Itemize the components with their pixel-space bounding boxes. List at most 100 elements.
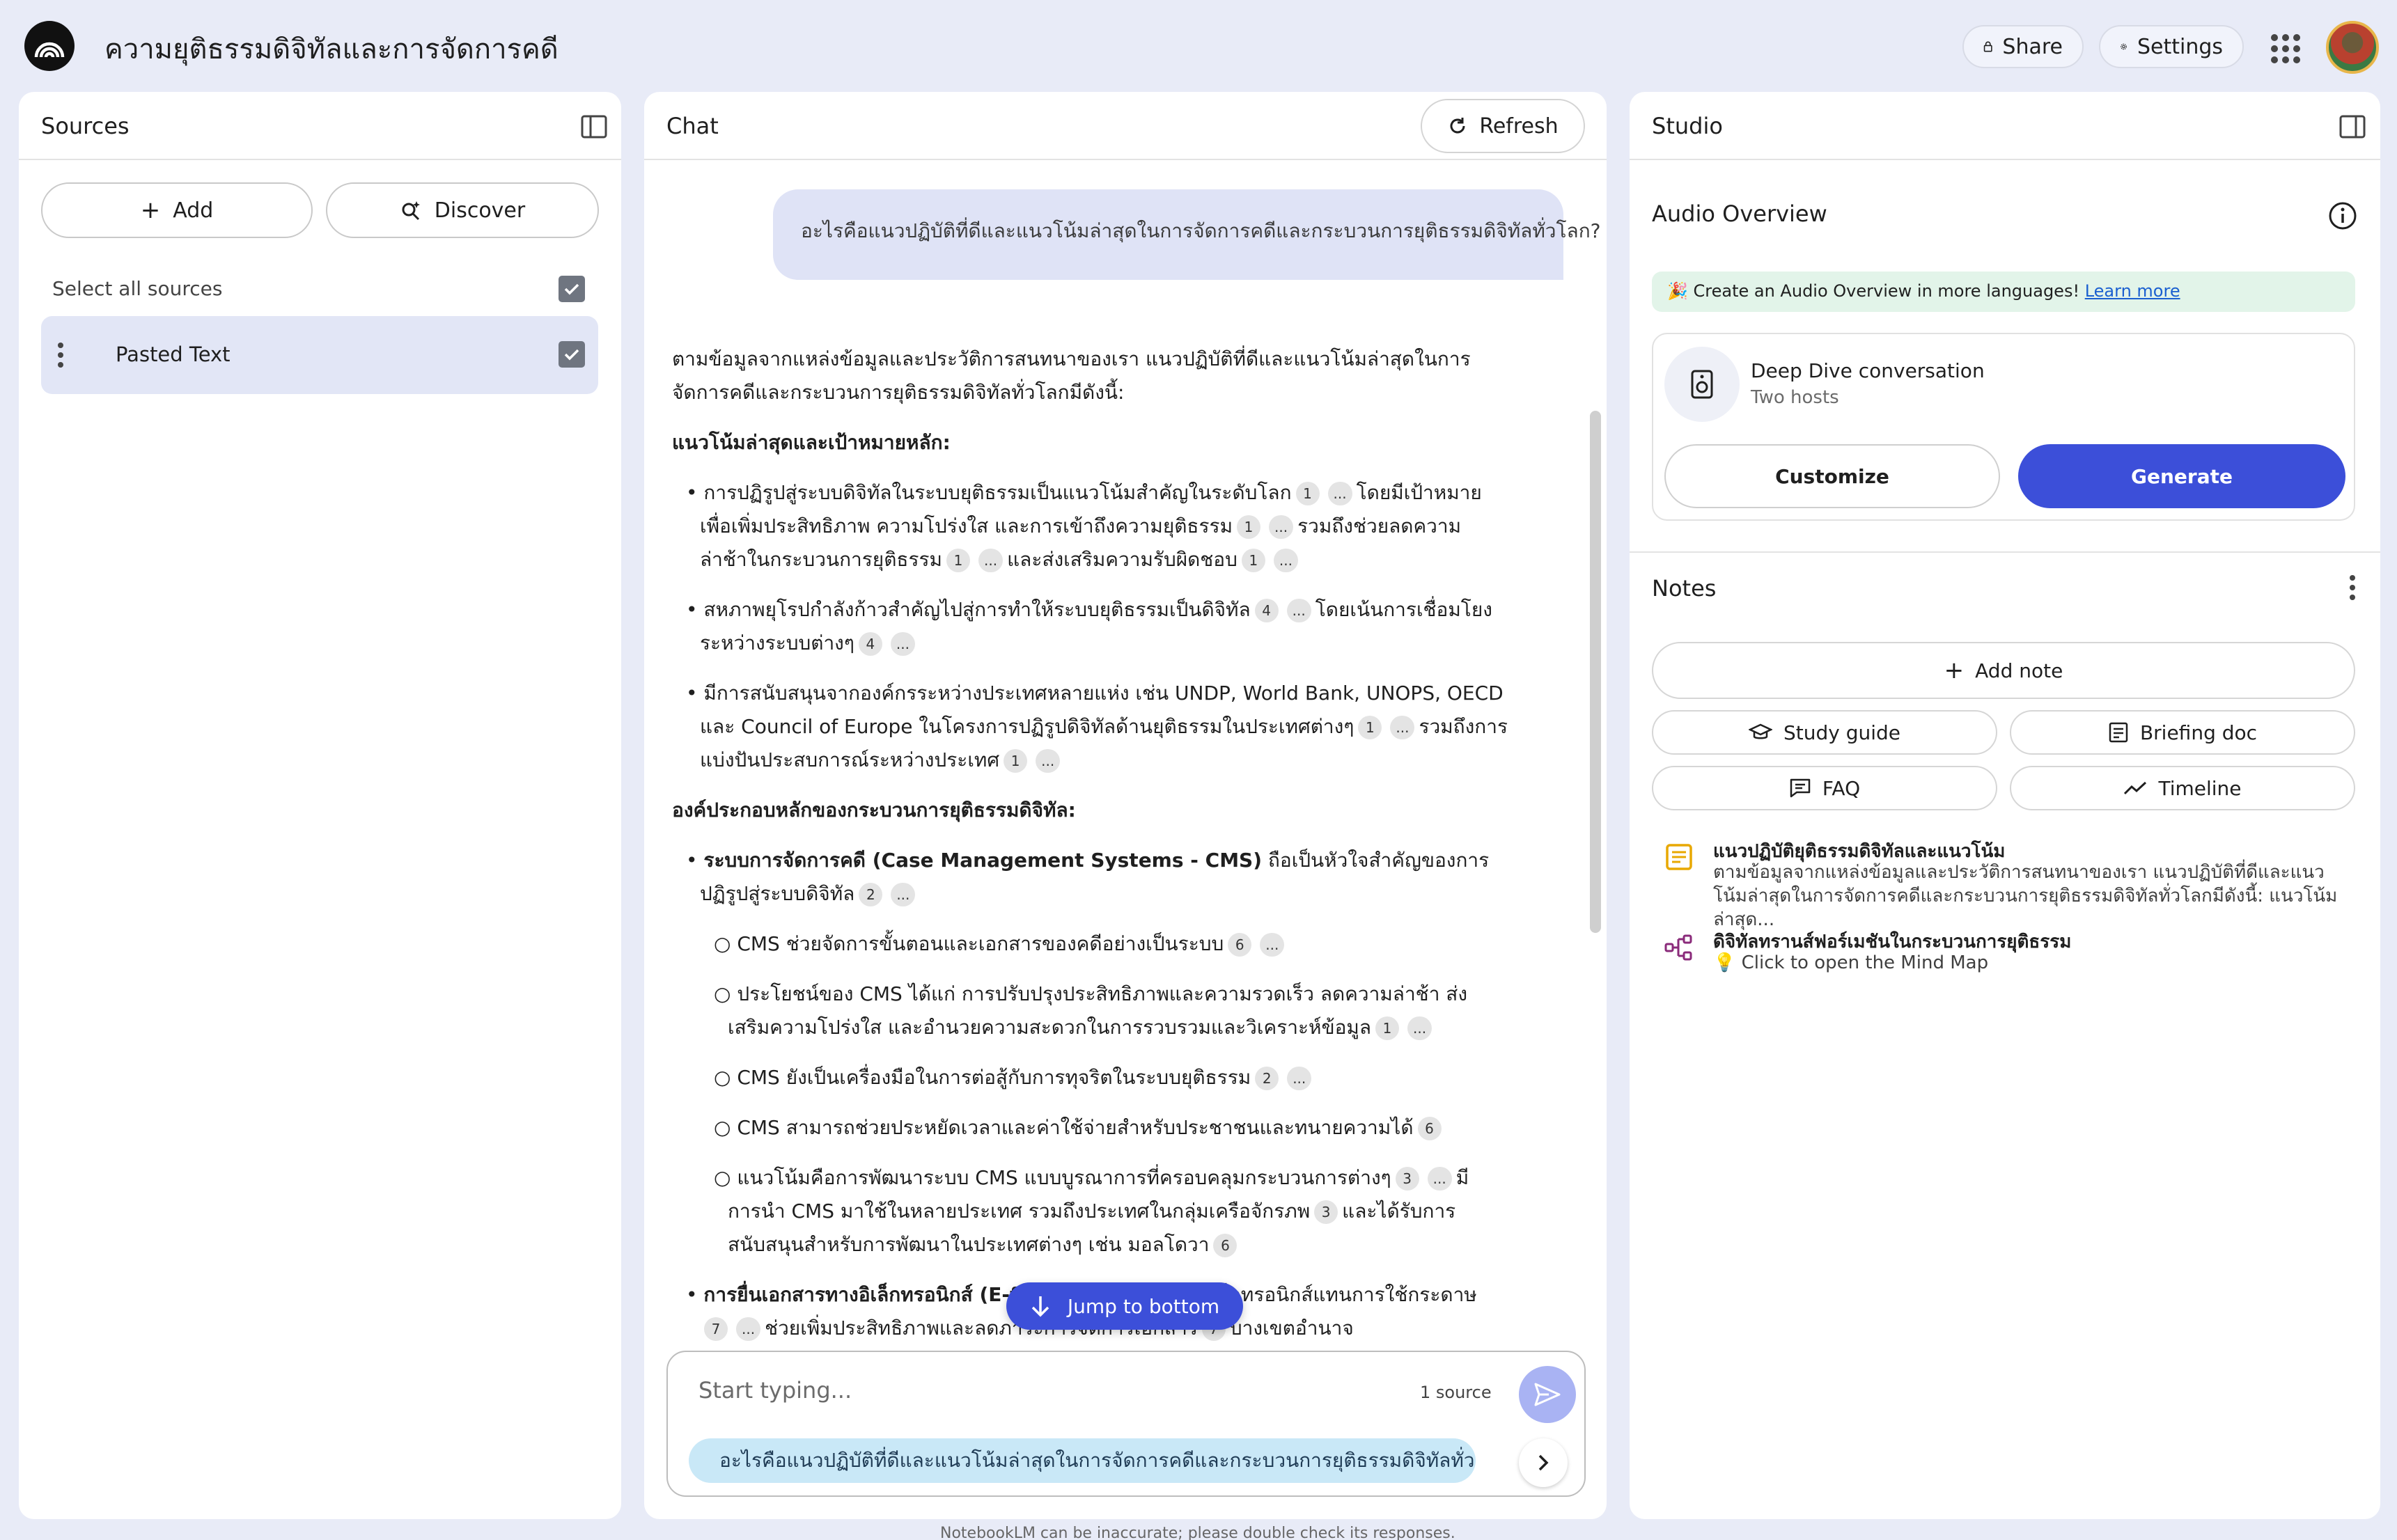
suggested-question-chip[interactable]: อะไรคือแนวปฏิบัติที่ดีและแนวโน้มล่าสุดใน… <box>689 1438 1476 1483</box>
refresh-button[interactable]: Refresh <box>1421 99 1585 153</box>
faq-button[interactable]: FAQ <box>1652 766 1997 810</box>
citation-chip[interactable]: 3 <box>1314 1200 1338 1224</box>
briefing-doc-button[interactable]: Briefing doc <box>2010 710 2355 755</box>
learn-more-link[interactable]: Learn more <box>2085 281 2180 301</box>
citation-chip[interactable]: 7 <box>704 1317 728 1341</box>
select-all-checkbox[interactable] <box>559 276 585 302</box>
share-button[interactable]: Share <box>1962 25 2084 68</box>
notebooklm-logo-icon[interactable] <box>24 21 75 71</box>
chat-input[interactable]: Start typing... <box>698 1377 852 1404</box>
apps-grid-icon[interactable] <box>2266 29 2305 68</box>
user-message: อะไรคือแนวปฏิบัติที่ดีและแนวโน้มล่าสุดใน… <box>773 189 1601 280</box>
list-item-text: CMS สามารถช่วยประหยัดเวลาและค่าใช้จ่ายสำ… <box>737 1116 1414 1139</box>
next-suggestion-button[interactable] <box>1519 1438 1568 1487</box>
discover-button[interactable]: Discover <box>326 182 599 238</box>
generate-button[interactable]: Generate <box>2018 444 2345 508</box>
banner-text: 🎉 Create an Audio Overview in more langu… <box>1667 281 2085 301</box>
notebook-title[interactable]: ความยุติธรรมดิจิทัลและการจัดการคดี <box>104 26 559 71</box>
citation-more[interactable]: ... <box>1407 1016 1432 1040</box>
citation-chip[interactable]: 6 <box>1213 1234 1237 1257</box>
add-note-button[interactable]: + Add note <box>1652 642 2355 699</box>
collapse-panel-icon[interactable] <box>2339 113 2366 141</box>
citation-chip[interactable]: 1 <box>1375 1016 1400 1040</box>
citation-more[interactable]: ... <box>1287 1067 1312 1090</box>
citation-chip[interactable]: 1 <box>1358 716 1382 739</box>
timeline-label: Timeline <box>2158 776 2242 800</box>
chat-scrollbar[interactable] <box>1590 411 1601 933</box>
graduation-cap-icon <box>1748 723 1772 739</box>
discover-label: Discover <box>434 198 526 223</box>
source-checkbox[interactable] <box>559 341 585 368</box>
list-item-text: CMS ช่วยจัดการขั้นตอนและเอกสารของคดีอย่า… <box>737 932 1224 955</box>
sub-list-item: ○ ประโยชน์ของ CMS ได้แก่ การปรับปรุงประส… <box>714 982 1468 1040</box>
audio-language-banner: 🎉 Create an Audio Overview in more langu… <box>1652 272 2355 312</box>
citation-chip[interactable]: 2 <box>1255 1067 1279 1090</box>
timeline-icon <box>2124 781 2147 795</box>
gear-icon <box>2121 43 2127 50</box>
answer-heading: แนวโน้มล่าสุดและเป้าหมายหลัก: <box>672 431 951 454</box>
list-item-text: CMS ยังเป็นเครื่องมือในการต่อสู้กับการทุ… <box>737 1066 1251 1089</box>
citation-chip[interactable]: 6 <box>1417 1117 1442 1140</box>
note-icon <box>1666 844 1692 870</box>
citation-more[interactable]: ... <box>1327 482 1352 505</box>
citation-chip[interactable]: 4 <box>858 632 882 656</box>
citation-more[interactable]: ... <box>1390 716 1415 739</box>
avatar[interactable] <box>2326 21 2379 74</box>
sources-header: Sources <box>19 92 621 160</box>
list-item: • สหภาพยุโรปกำลังก้าวสำคัญไปสู่การทำให้ร… <box>686 598 1492 656</box>
citation-more[interactable]: ... <box>1036 749 1061 773</box>
document-icon <box>2109 722 2128 743</box>
send-button[interactable] <box>1519 1366 1576 1423</box>
list-item-text: ประโยชน์ของ CMS ได้แก่ การปรับปรุงประสิท… <box>728 982 1468 1039</box>
citation-more[interactable]: ... <box>736 1317 761 1341</box>
discover-search-icon <box>402 201 420 221</box>
timeline-button[interactable]: Timeline <box>2010 766 2355 810</box>
collapse-panel-icon[interactable] <box>580 113 608 141</box>
citation-chip[interactable]: 1 <box>1004 749 1028 773</box>
citation-chip[interactable]: 4 <box>1254 599 1279 622</box>
citation-more[interactable]: ... <box>890 632 915 656</box>
studio-title: Studio <box>1652 113 1723 139</box>
list-item: • มีการสนับสนุนจากองค์กรระหว่างประเทศหลา… <box>686 682 1508 773</box>
citation-chip[interactable]: 1 <box>1295 482 1320 505</box>
customize-button[interactable]: Customize <box>1664 444 2000 508</box>
list-item: • ระบบการจัดการคดี (Case Management Syst… <box>686 849 1490 906</box>
sub-list-item: ○ CMS ช่วยจัดการขั้นตอนและเอกสารของคดีอย… <box>672 927 1508 961</box>
suggested-question-text: อะไรคือแนวปฏิบัติที่ดีและแนวโน้มล่าสุดใน… <box>719 1449 1476 1472</box>
divider <box>1630 551 2380 553</box>
chat-title: Chat <box>666 113 719 139</box>
citation-more[interactable]: ... <box>1260 933 1285 957</box>
assistant-answer: ตามข้อมูลจากแหล่งข้อมูลและประวัติการสนทน… <box>672 343 1508 1436</box>
more-vert-icon[interactable] <box>56 341 65 369</box>
source-item[interactable]: Pasted Text <box>41 316 598 394</box>
add-source-button[interactable]: + Add <box>41 182 313 238</box>
chevron-right-icon <box>1538 1454 1549 1471</box>
more-vert-icon[interactable] <box>2345 574 2359 602</box>
answer-intro: ตามข้อมูลจากแหล่งข้อมูลและประวัติการสนทน… <box>672 347 1471 404</box>
study-guide-button[interactable]: Study guide <box>1652 710 1997 755</box>
citation-chip[interactable]: 3 <box>1395 1167 1419 1191</box>
settings-button[interactable]: Settings <box>2099 25 2244 68</box>
list-item-text: บางเขตอำนาจ <box>1229 1317 1354 1339</box>
check-icon <box>564 349 579 361</box>
jump-to-bottom-button[interactable]: Jump to bottom <box>1006 1282 1243 1330</box>
add-note-label: Add note <box>1975 659 2063 682</box>
info-icon[interactable] <box>2327 201 2358 231</box>
citation-chip[interactable]: 1 <box>1241 549 1265 572</box>
refresh-icon <box>1450 118 1465 134</box>
citation-chip[interactable]: 1 <box>946 549 971 572</box>
citation-more[interactable]: ... <box>1286 599 1311 622</box>
citation-more[interactable]: ... <box>1427 1167 1452 1191</box>
note-item[interactable]: ดิจิทัลทรานส์ฟอร์เมชันในกระบวนการยุติธรร… <box>1663 927 2359 983</box>
citation-chip[interactable]: 6 <box>1228 933 1252 957</box>
source-item-label: Pasted Text <box>116 343 231 366</box>
citation-more[interactable]: ... <box>978 549 1004 572</box>
note-item[interactable]: แนวปฏิบัติยุติธรรมดิจิทัลและแนวโน้ม ตามข… <box>1663 837 2359 930</box>
citation-chip[interactable]: 2 <box>859 883 883 906</box>
citation-chip[interactable]: 1 <box>1237 515 1261 539</box>
citation-more[interactable]: ... <box>1269 515 1294 539</box>
citation-more[interactable]: ... <box>1273 549 1298 572</box>
list-item-text: มีการสนับสนุนจากองค์กรระหว่างประเทศหลายแ… <box>700 682 1504 738</box>
deep-dive-card: Deep Dive conversation Two hosts Customi… <box>1652 333 2355 521</box>
citation-more[interactable]: ... <box>891 883 916 906</box>
